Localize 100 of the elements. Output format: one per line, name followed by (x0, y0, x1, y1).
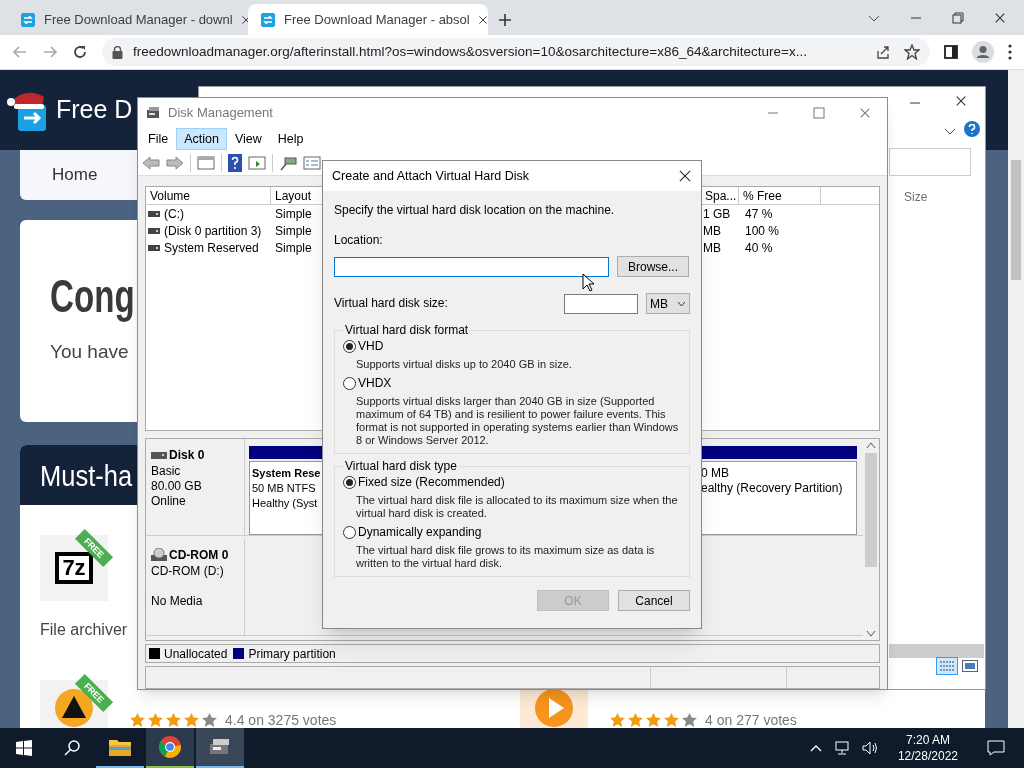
star-icon[interactable] (904, 44, 920, 60)
download-manager-icon (260, 11, 276, 28)
download-manager-icon (20, 11, 36, 28)
column-header[interactable]: % Free (739, 187, 821, 205)
partition-text: System Rese (252, 466, 321, 481)
size-field[interactable] (564, 293, 638, 314)
close-icon[interactable] (477, 14, 488, 25)
table-cell: MB (703, 240, 721, 255)
drive-icon (148, 210, 160, 217)
tab-title: Free Download Manager - downl (44, 10, 233, 29)
nav-link[interactable]: Home (52, 162, 98, 188)
disk-name: CD-ROM 0 (169, 547, 229, 564)
restore-icon[interactable] (952, 11, 964, 24)
reload-icon[interactable] (72, 44, 88, 60)
search-icon[interactable] (64, 740, 80, 756)
legend-label: Primary partition (248, 645, 336, 663)
intro-text: You have (50, 340, 129, 364)
vote-count: 4.4 on 3275 votes (225, 710, 337, 728)
location-field[interactable] (334, 256, 609, 277)
table-cell: Simple (275, 240, 312, 255)
side-panel-icon[interactable] (944, 45, 958, 59)
disk-detail: Online (151, 494, 187, 509)
back-arrow-icon[interactable] (142, 154, 160, 171)
table-cell: 40 % (745, 240, 773, 255)
browser-tab[interactable]: Free Download Manager - absol (248, 4, 488, 35)
scrollbar-thumb[interactable] (1011, 160, 1021, 280)
disk-detail: No Media (151, 594, 204, 609)
field-label: Virtual hard disk size: (334, 296, 448, 311)
mouse-pointer-icon (582, 273, 594, 292)
close-icon[interactable] (955, 95, 967, 107)
forward-arrow-icon[interactable] (166, 154, 184, 171)
instruction-text: Specify the virtual hard disk location on the machine. (334, 203, 616, 218)
more-icon[interactable] (1008, 44, 1012, 60)
maximize-icon[interactable] (813, 107, 825, 119)
group-title: Virtual hard disk format (344, 323, 470, 337)
menu-item[interactable]: File (140, 128, 177, 150)
partition-text: 50 MB NTFS (252, 481, 316, 496)
chevron-up-icon[interactable] (809, 744, 822, 752)
cd-drive-icon (151, 548, 167, 562)
group-title: Virtual hard disk type (344, 459, 458, 473)
radio-option[interactable]: VHD (343, 339, 681, 354)
help-icon[interactable] (964, 121, 980, 137)
radio-option[interactable]: Dynamically expanding (343, 525, 681, 540)
option-description: The virtual hard disk file grows to its maximum size as data is written to the virtual hard disk. (355, 544, 656, 570)
drive-icon (148, 244, 160, 251)
drive-icon (148, 227, 160, 234)
scrollbar-thumb[interactable] (865, 453, 877, 567)
table-cell: 100 % (745, 223, 780, 238)
dialog-button[interactable]: Cancel (618, 590, 690, 611)
chrome-icon[interactable] (159, 736, 181, 758)
disk-detail: CD-ROM (D:) (151, 564, 225, 579)
browse-button[interactable]: Browse... (617, 256, 689, 277)
window-title: Disk Management (168, 104, 273, 123)
dialog-title: Create and Attach Virtual Hard Disk (332, 167, 530, 185)
table-cell-text: System Reserved (164, 239, 259, 257)
menu-item[interactable]: View (226, 128, 270, 150)
column-header[interactable]: Size (904, 188, 928, 206)
vote-count: 4 on 277 votes (705, 710, 797, 728)
folder-icon[interactable] (109, 738, 131, 756)
option-description: Supports virtual disks up to 2040 GB in size. (355, 358, 573, 371)
table-cell: 1 GB (703, 206, 731, 221)
disk-drive-icon (151, 451, 167, 459)
volume-icon[interactable] (861, 741, 880, 755)
clock[interactable]: 7:20 AM 12/28/2022 (891, 732, 964, 764)
disk-name: Disk 0 (169, 447, 205, 464)
scroll-up-icon[interactable] (866, 441, 876, 449)
page-heading: Cong (50, 269, 135, 324)
table-cell: Simple (275, 223, 312, 238)
notification-icon[interactable] (987, 740, 1005, 756)
field-label: Location: (334, 233, 384, 248)
new-tab-icon[interactable] (498, 12, 512, 27)
windows-start-icon[interactable] (16, 740, 32, 756)
close-icon[interactable] (240, 14, 251, 25)
menu-item[interactable]: Help (269, 128, 312, 150)
profile-icon[interactable] (972, 41, 994, 63)
option-description: The virtual hard disk file is allocated to its maximum size when the virtual hard disk is created. (355, 494, 679, 520)
help-icon[interactable] (228, 153, 242, 172)
checklist-icon[interactable] (303, 154, 321, 171)
address-bar[interactable]: freedownloadmanager.org/afterinstall.html?os=windows&osversion=10&osarchitecture=x86_64&architecture=x... (102, 38, 930, 66)
share-icon[interactable] (876, 45, 890, 59)
disk-management-icon[interactable] (209, 738, 231, 756)
tab-title: Free Download Manager - absol (284, 10, 470, 29)
lock-icon (112, 45, 123, 59)
connect-drive-icon[interactable] (279, 154, 297, 171)
radio-option[interactable]: VHDX (343, 376, 681, 391)
unit-dropdown[interactable]: MB (646, 293, 690, 314)
disk-management-icon (146, 106, 162, 120)
network-icon[interactable] (833, 741, 850, 755)
preview-view-icon[interactable] (962, 660, 978, 672)
run-panel-icon[interactable] (248, 154, 266, 171)
menu-item[interactable]: Action (176, 128, 227, 150)
search-field[interactable] (889, 148, 971, 176)
table-cell-text: (C:) (164, 205, 184, 223)
close-icon[interactable] (994, 11, 1006, 24)
radio-option[interactable]: Fixed size (Recommended) (343, 475, 681, 490)
close-icon[interactable] (679, 170, 691, 182)
scroll-down-icon[interactable] (866, 630, 876, 638)
column-header[interactable]: Volume (146, 187, 271, 205)
table-cell: MB (703, 223, 721, 238)
section-title: Must-ha (40, 457, 133, 494)
